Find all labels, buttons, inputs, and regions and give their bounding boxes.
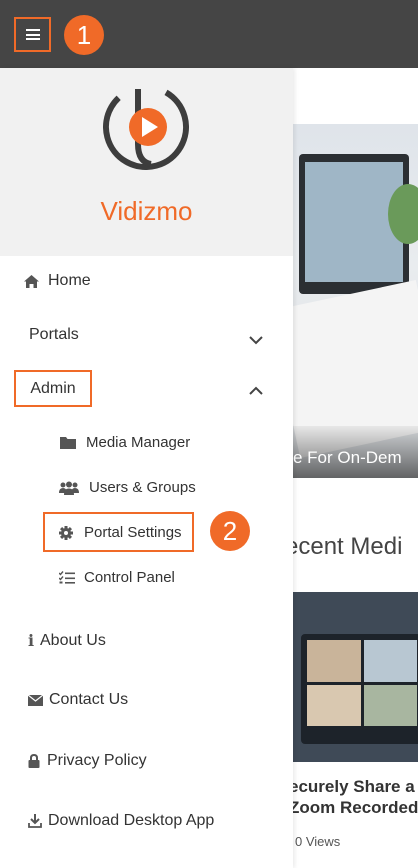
checklist-icon	[58, 571, 76, 584]
sidebar-item-about-us[interactable]: i About Us	[27, 631, 106, 650]
top-bar: 1	[0, 0, 418, 68]
sidebar-item-portals[interactable]: Portals	[29, 326, 79, 344]
download-icon	[27, 814, 42, 828]
sidebar-item-label: Privacy Policy	[47, 752, 147, 769]
step-badge-2: 2	[210, 511, 250, 551]
sidebar-item-home[interactable]: Home	[22, 272, 91, 290]
brand-name: Vidizmo	[100, 196, 193, 226]
folder-icon	[58, 436, 78, 449]
vidizmo-logo-icon	[103, 84, 189, 170]
hero-banner[interactable]: e For On-Dem	[293, 124, 418, 478]
recent-media-heading: ecent Medi	[293, 533, 403, 560]
video-thumbnail[interactable]	[293, 592, 418, 762]
video-title[interactable]: ecurely Share a Zoom Recorded	[293, 776, 418, 818]
sidebar-item-label: Control Panel	[84, 569, 175, 586]
sidebar: Vidizmo Home Portals Admin Media Manager…	[0, 68, 293, 868]
home-icon	[22, 274, 40, 288]
main-content: e For On-Dem ecent Medi ecurely Share a …	[293, 68, 418, 868]
sidebar-item-contact-us[interactable]: Contact Us	[27, 691, 128, 709]
hamburger-icon	[25, 29, 40, 40]
lock-icon	[27, 754, 41, 768]
video-views: 0 Views	[295, 834, 341, 849]
envelope-icon	[27, 694, 43, 706]
sidebar-item-label: Admin	[30, 379, 76, 397]
sidebar-item-label: Home	[48, 272, 91, 289]
info-icon: i	[27, 631, 35, 650]
sidebar-item-label: Contact Us	[49, 691, 129, 708]
users-icon	[58, 481, 80, 495]
hero-caption: e For On-Dem	[293, 426, 418, 478]
sidebar-item-portal-settings[interactable]: Portal Settings	[58, 524, 182, 541]
chevron-down-icon[interactable]	[248, 332, 264, 348]
sidebar-item-label: Portals	[29, 326, 79, 343]
sidebar-item-label: Users & Groups	[89, 479, 196, 496]
menu-button[interactable]	[14, 17, 51, 52]
sidebar-item-label: About Us	[40, 631, 106, 649]
sidebar-item-users-groups[interactable]: Users & Groups	[58, 479, 196, 496]
sidebar-item-admin[interactable]: Admin	[14, 370, 92, 407]
brand-header: Vidizmo	[0, 68, 293, 256]
sidebar-item-label: Download Desktop App	[48, 812, 215, 829]
gear-icon	[58, 525, 74, 540]
sidebar-item-privacy-policy[interactable]: Privacy Policy	[27, 752, 147, 770]
sidebar-item-control-panel[interactable]: Control Panel	[58, 569, 175, 586]
sidebar-item-label: Media Manager	[86, 434, 191, 451]
chevron-up-icon[interactable]	[248, 383, 264, 399]
sidebar-item-download-desktop-app[interactable]: Download Desktop App	[27, 812, 214, 830]
sidebar-item-label: Portal Settings	[84, 524, 182, 541]
step-badge-1: 1	[64, 15, 104, 55]
sidebar-item-media-manager[interactable]: Media Manager	[58, 434, 190, 451]
